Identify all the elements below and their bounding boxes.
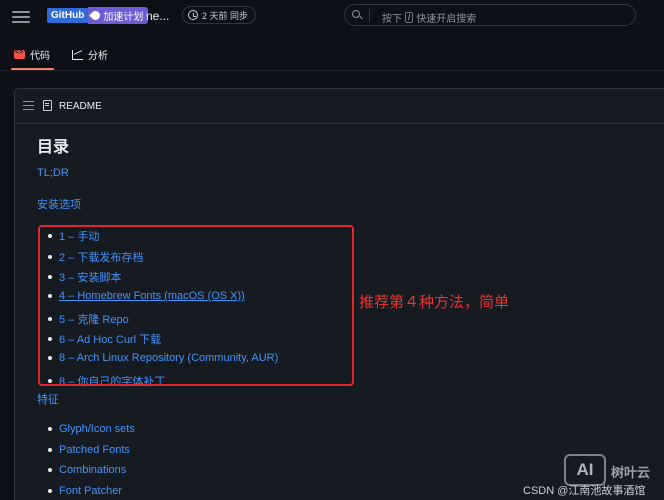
bullet-dot: [48, 448, 52, 452]
active-tab-indicator: [11, 68, 54, 70]
search-placeholder: 按下 / 快速开启搜索: [382, 10, 476, 25]
search-icon: [352, 10, 363, 21]
annotation-text: 推荐第４种方法，简单: [359, 294, 510, 311]
book-icon: [43, 100, 52, 111]
menu-icon[interactable]: [12, 8, 30, 24]
feature-item-link[interactable]: Combinations: [59, 464, 126, 476]
tab-analysis[interactable]: 分析: [72, 47, 108, 62]
github-accelerate-badge[interactable]: GitHub 加速计划: [47, 7, 149, 24]
tab-analysis-label: 分析: [88, 51, 108, 62]
readme-title: README: [59, 101, 102, 112]
tldr-link[interactable]: TL;DR: [37, 167, 69, 179]
search-divider: [369, 9, 370, 22]
keyboard-shortcut-key: /: [405, 12, 414, 23]
watermark-brand: 树叶云: [611, 465, 651, 480]
repo-name[interactable]: ne...: [146, 9, 169, 23]
bullet-dot: [48, 468, 52, 472]
features-link[interactable]: 特征: [37, 391, 59, 407]
search-input[interactable]: 按下 / 快速开启搜索: [344, 4, 636, 26]
bullet-dot: [48, 489, 52, 493]
clock-icon: [188, 10, 198, 20]
rocket-icon: [89, 9, 103, 22]
sync-text: 2 天前 同步: [202, 10, 249, 21]
toc-heading: 目录: [37, 139, 70, 156]
sync-status: 2 天前 同步: [182, 6, 257, 24]
annotation-highlight-box: [38, 225, 354, 386]
list-item[interactable]: Combinations: [48, 464, 126, 476]
graph-icon: [72, 49, 83, 60]
watermark-credit: CSDN @江南池故事酒馆: [523, 485, 646, 497]
code-icon: [14, 49, 25, 59]
readme-header: README: [15, 89, 664, 124]
tab-code-label: 代码: [30, 51, 50, 62]
top-bar: GitHub 加速计划 ne... 2 天前 同步 按下 / 快速开启搜索: [0, 0, 664, 33]
list-item[interactable]: Glyph/Icon sets: [48, 423, 135, 435]
feature-item-link[interactable]: Font Patcher: [59, 485, 122, 497]
tab-code[interactable]: 代码: [14, 47, 50, 62]
feature-item-link[interactable]: Glyph/Icon sets: [59, 423, 135, 435]
install-options-link[interactable]: 安装选项: [37, 196, 81, 212]
repo-tab-bar: 代码 分析: [0, 33, 664, 71]
list-item[interactable]: Font Patcher: [48, 485, 122, 497]
plan-text: 加速计划: [103, 12, 144, 23]
accelerate-plan-label: 加速计划: [88, 7, 149, 24]
list-item[interactable]: Patched Fonts: [48, 444, 130, 456]
search-prefix: 按下: [382, 14, 402, 25]
feature-item-link[interactable]: Patched Fonts: [59, 444, 130, 456]
outline-list-icon[interactable]: [23, 101, 34, 110]
github-badge-label: GitHub: [47, 8, 89, 23]
search-suffix: 快速开启搜索: [416, 14, 477, 25]
bullet-dot: [48, 427, 52, 431]
